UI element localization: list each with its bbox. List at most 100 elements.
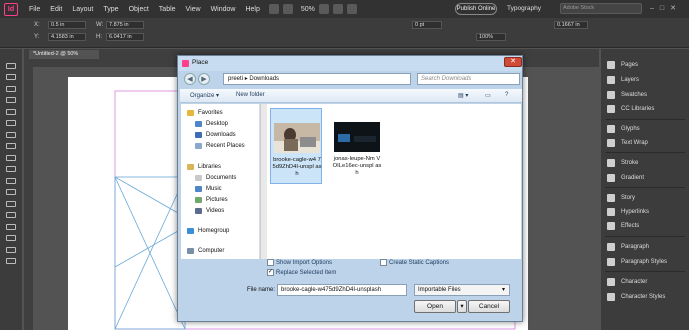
search-input[interactable]: Search Downloads bbox=[417, 73, 520, 85]
scissors-tool-icon[interactable] bbox=[6, 189, 16, 195]
panel-paragraph-styles[interactable]: Paragraph Styles bbox=[601, 256, 689, 268]
open-button[interactable]: Open bbox=[414, 300, 456, 313]
publish-online-button[interactable]: Publish Online bbox=[455, 3, 497, 15]
nav-computer[interactable]: Computer bbox=[187, 248, 224, 254]
type-tool-icon[interactable] bbox=[6, 120, 16, 126]
rectangle-frame-tool-icon[interactable] bbox=[6, 166, 16, 172]
eyedropper-tool-icon[interactable] bbox=[6, 235, 16, 241]
pencil-tool-icon[interactable] bbox=[6, 154, 16, 161]
menu-help[interactable]: Help bbox=[240, 6, 264, 13]
selection-tool-icon[interactable] bbox=[6, 62, 16, 69]
panel-swatches[interactable]: Swatches bbox=[601, 89, 689, 101]
zoom-level[interactable]: 50% bbox=[301, 6, 315, 13]
breadcrumb-preeti[interactable]: preeti bbox=[228, 76, 243, 82]
menu-edit[interactable]: Edit bbox=[45, 6, 67, 13]
panel-gradient[interactable]: Gradient bbox=[601, 172, 689, 184]
page-tool-icon[interactable] bbox=[6, 85, 16, 92]
file-item[interactable]: jonas-leupe-Nm VOILe16ec-unspl ash bbox=[331, 108, 383, 184]
replace-selected-item-checkbox[interactable]: ✓ Replace Selected Item bbox=[267, 269, 336, 276]
cancel-button[interactable]: Cancel bbox=[468, 300, 510, 313]
preview-pane-icon[interactable]: ▭ bbox=[485, 92, 491, 99]
new-folder-button[interactable]: New folder bbox=[236, 92, 265, 98]
workspace-switcher[interactable]: Typography bbox=[507, 5, 541, 12]
panel-character-styles[interactable]: Character Styles bbox=[601, 291, 689, 303]
panel-story[interactable]: Story bbox=[601, 192, 689, 204]
organize-button[interactable]: Organize ▾ bbox=[190, 92, 219, 99]
stock-search-input[interactable]: Adobe Stock bbox=[560, 3, 642, 14]
character-icon bbox=[607, 278, 615, 286]
reference-field[interactable]: 0.1667 in bbox=[554, 21, 588, 29]
text-wrap-icon bbox=[607, 139, 615, 147]
w-field[interactable]: 7.875 in bbox=[106, 21, 144, 29]
arrange-documents-icon[interactable] bbox=[346, 4, 357, 14]
direct-selection-tool-icon[interactable] bbox=[6, 74, 16, 80]
libraries-icon bbox=[187, 164, 194, 170]
view-options-icon[interactable] bbox=[318, 4, 329, 14]
panel-effects[interactable]: Effects bbox=[601, 220, 689, 232]
forward-arrow-icon[interactable]: ▶ bbox=[198, 73, 210, 85]
gradient-tool-icon[interactable] bbox=[6, 212, 16, 218]
panel-pages[interactable]: Pages bbox=[601, 59, 689, 71]
content-collector-icon[interactable] bbox=[6, 108, 16, 115]
stock-icon[interactable] bbox=[282, 4, 293, 14]
panel-character[interactable]: Character bbox=[601, 276, 689, 288]
menu-window[interactable]: Window bbox=[206, 6, 241, 13]
menu-file[interactable]: File bbox=[24, 6, 45, 13]
nav-downloads[interactable]: Downloads bbox=[195, 132, 236, 138]
nav-homegroup[interactable]: Homegroup bbox=[187, 228, 229, 234]
view-options-icon[interactable]: ▤ ▾ bbox=[458, 92, 468, 99]
show-import-options-checkbox[interactable]: Show Import Options bbox=[267, 259, 332, 266]
window-controls[interactable]: –□✕ bbox=[650, 4, 682, 12]
create-static-captions-checkbox[interactable]: Create Static Captions bbox=[380, 259, 449, 266]
hand-tool-icon[interactable] bbox=[6, 246, 16, 253]
breadcrumb-downloads[interactable]: Downloads bbox=[249, 76, 279, 82]
nav-scrollbar[interactable] bbox=[260, 104, 267, 259]
nav-music[interactable]: Music bbox=[195, 186, 222, 192]
nav-recent-places[interactable]: Recent Places bbox=[195, 143, 245, 149]
back-arrow-icon[interactable]: ◀ bbox=[184, 73, 196, 85]
panel-layers[interactable]: Layers bbox=[601, 74, 689, 86]
x-field[interactable]: 0.5 in bbox=[48, 21, 86, 29]
panel-hyperlinks[interactable]: Hyperlinks bbox=[601, 206, 689, 218]
nav-videos[interactable]: Videos bbox=[195, 208, 224, 214]
panel-text-wrap[interactable]: Text Wrap bbox=[601, 137, 689, 149]
panel-cc-libraries[interactable]: CC Libraries bbox=[601, 103, 689, 115]
pen-tool-icon[interactable] bbox=[6, 143, 16, 149]
file-name-input[interactable]: brooke-cagle-w475d9ZhD4I-unsplash bbox=[277, 284, 407, 296]
note-tool-icon[interactable] bbox=[6, 223, 16, 230]
nav-favorites[interactable]: Favorites bbox=[187, 110, 223, 116]
panel-glyphs[interactable]: Glyphs bbox=[601, 123, 689, 135]
line-tool-icon[interactable] bbox=[6, 131, 16, 138]
h-field[interactable]: 6.0417 in bbox=[106, 33, 144, 41]
free-transform-tool-icon[interactable] bbox=[6, 200, 16, 207]
file-type-select[interactable]: Importable Files ▾ bbox=[414, 284, 510, 296]
bridge-icon[interactable] bbox=[268, 4, 279, 14]
nav-desktop[interactable]: Desktop bbox=[195, 121, 228, 127]
stroke-weight-field[interactable]: 0 pt bbox=[412, 21, 442, 29]
document-tab[interactable]: *Untitled-2 @ 50% bbox=[29, 50, 99, 59]
rectangle-tool-icon[interactable] bbox=[6, 177, 16, 184]
panel-stroke[interactable]: Stroke bbox=[601, 157, 689, 169]
help-icon[interactable]: ? bbox=[505, 92, 508, 98]
menu-layout[interactable]: Layout bbox=[67, 6, 98, 13]
nav-libraries[interactable]: Libraries bbox=[187, 164, 221, 170]
menu-table[interactable]: Table bbox=[154, 6, 181, 13]
x-label: X: bbox=[34, 22, 40, 28]
close-button[interactable]: ✕ bbox=[504, 57, 522, 67]
menu-object[interactable]: Object bbox=[124, 6, 154, 13]
open-dropdown-button[interactable]: ▾ bbox=[457, 300, 467, 313]
screen-mode-icon[interactable] bbox=[332, 4, 343, 14]
nav-documents[interactable]: Documents bbox=[195, 175, 236, 181]
panel-paragraph[interactable]: Paragraph bbox=[601, 241, 689, 253]
menu-view[interactable]: View bbox=[181, 6, 206, 13]
y-field[interactable]: 4.1583 in bbox=[48, 33, 86, 41]
zoom-tool-icon[interactable] bbox=[6, 258, 16, 264]
file-item[interactable]: brooke-cagle-w4 75d9ZhD4I-unspl ash bbox=[270, 108, 322, 184]
nav-pictures[interactable]: Pictures bbox=[195, 197, 228, 203]
gap-tool-icon[interactable] bbox=[6, 97, 16, 103]
videos-icon bbox=[195, 208, 202, 214]
opacity-field[interactable]: 100% bbox=[476, 33, 506, 41]
desktop-icon bbox=[195, 121, 202, 127]
address-bar[interactable]: preeti ▸ Downloads bbox=[223, 73, 411, 85]
menu-type[interactable]: Type bbox=[98, 6, 123, 13]
